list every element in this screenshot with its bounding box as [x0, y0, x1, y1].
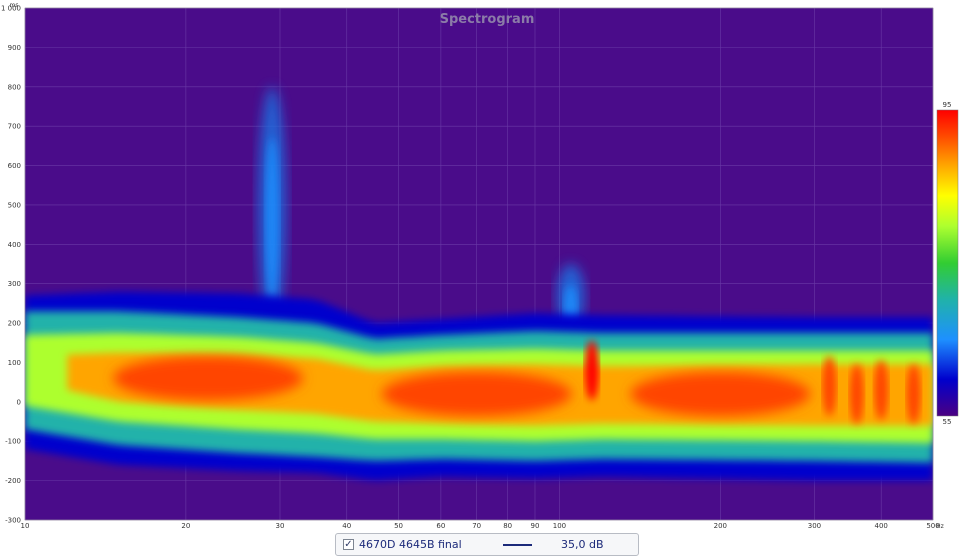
band-core: [381, 371, 572, 416]
hot-spot: [906, 363, 921, 424]
y-tick-label: 900: [8, 44, 21, 52]
x-tick-label: 30: [276, 522, 285, 530]
chart-canvas: 10 20 30 40 50 60 70 80 90 100 200 300 400 5001 00090…: [1, 2, 959, 530]
color-scale-max-label: 95: [943, 101, 952, 109]
y-tick-label: -200: [5, 477, 21, 485]
legend-line-swatch: [503, 544, 532, 546]
x-tick-label: 70: [472, 522, 481, 530]
y-tick-label: 800: [8, 83, 21, 91]
legend-series-name: 4670D 4645B final: [359, 538, 462, 551]
y-tick-label: 100: [8, 359, 21, 367]
band-core: [630, 371, 811, 416]
x-tick-label: 60: [436, 522, 445, 530]
spectrogram-chart: 10 20 30 40 50 60 70 80 90 100 200 300 400 500 1 000 90…: [0, 0, 975, 559]
legend-checkbox[interactable]: ✓: [343, 539, 354, 550]
x-tick-label: 100: [553, 522, 566, 530]
x-tick-label: 400: [875, 522, 888, 530]
y-tick-label: -100: [5, 438, 21, 446]
hot-spot: [874, 360, 889, 421]
chart-title: Spectrogram: [440, 12, 535, 27]
x-tick-label: 50: [394, 522, 403, 530]
x-tick-label: 20: [181, 522, 190, 530]
hot-spot: [849, 363, 864, 424]
x-tick-label: 10: [21, 522, 30, 530]
y-tick-label: 0: [17, 398, 21, 406]
y-tick-label: 700: [8, 123, 21, 131]
x-unit-label: Hz: [936, 523, 944, 530]
x-tick-label: 300: [808, 522, 821, 530]
y-tick-label: 600: [8, 162, 21, 170]
y-unit-label: ms: [10, 2, 19, 9]
x-tick-label: 40: [342, 522, 351, 530]
color-scale-min-label: 55: [943, 418, 952, 426]
y-tick-label: -300: [5, 517, 21, 525]
y-tick-label: 200: [8, 320, 21, 328]
legend-value: 35,0 dB: [561, 538, 604, 551]
x-tick-label: 80: [503, 522, 512, 530]
y-tick-label: 500: [8, 201, 21, 209]
hot-spot: [822, 356, 837, 417]
legend-entry[interactable]: ✓ 4670D 4645B final 35,0 dB: [335, 533, 639, 556]
decay-plume-core: [265, 137, 280, 301]
hot-spot: [584, 340, 599, 401]
y-tick-label: 300: [8, 280, 21, 288]
band-core: [113, 356, 304, 401]
color-scale-bar: [936, 109, 959, 417]
y-tick-label: 400: [8, 241, 21, 249]
x-tick-label: 200: [714, 522, 727, 530]
x-tick-label: 90: [531, 522, 540, 530]
